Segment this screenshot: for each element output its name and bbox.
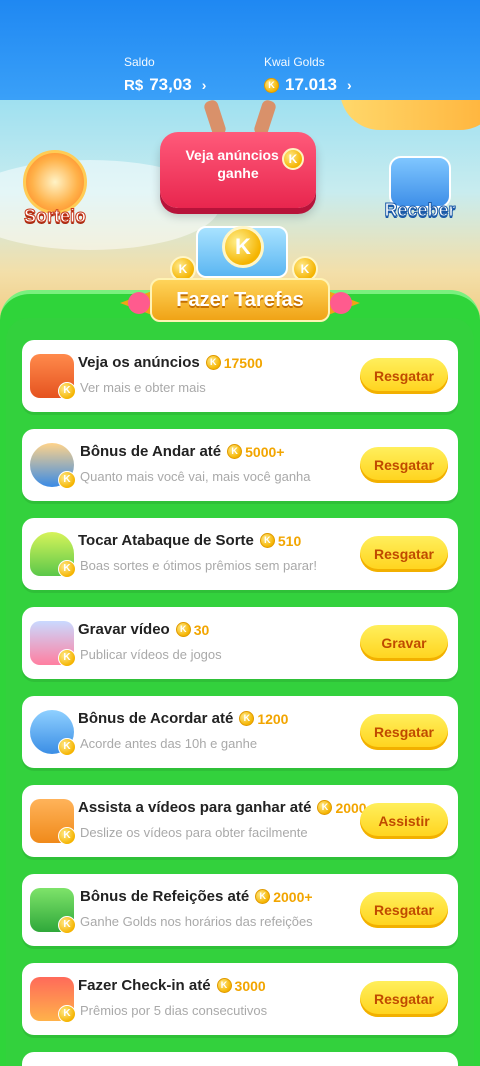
task-subtitle: Boas sortes e ótimos prêmios sem parar! — [80, 558, 317, 573]
task-card-partial — [22, 1052, 458, 1066]
coin-icon: K — [205, 355, 221, 370]
moon-icon: K — [30, 710, 76, 756]
golds-label: Kwai Golds — [264, 55, 325, 69]
receber-label: Receber — [384, 200, 456, 221]
coin-icon: K — [239, 711, 255, 726]
task-card: K Assista a vídeos para ganhar até K 2000 … — [22, 785, 458, 857]
coin-icon: K — [175, 622, 191, 637]
coin-icon: K — [58, 560, 76, 578]
coin-icon: K — [255, 889, 271, 904]
task-subtitle: Deslize os vídeos para obter facilmente — [80, 825, 308, 840]
coin-icon: K — [264, 77, 279, 93]
task-subtitle: Publicar vídeos de jogos — [80, 647, 222, 662]
coin-icon: K — [58, 649, 76, 667]
task-action-button[interactable]: Assistir — [360, 803, 448, 839]
calendar-icon: K — [30, 977, 76, 1023]
task-reward: 17500 — [223, 354, 263, 371]
sun-decoration — [340, 100, 480, 130]
task-card: K Fazer Check-in até K 3000 Prêmios por 5 … — [22, 963, 458, 1035]
section-ribbon: Fazer Tarefas — [120, 278, 360, 322]
coin-icon: K — [58, 1005, 76, 1023]
drum-icon: K — [30, 532, 76, 578]
task-reward: 30 — [193, 621, 210, 638]
task-card: K Veja os anúncios K 17500 Ver mais e obte… — [22, 340, 458, 412]
sorteio-label: Sorteio — [23, 206, 86, 227]
movie-camera-icon: K — [30, 799, 76, 845]
task-subtitle: Quanto mais você vai, mais você ganha — [80, 469, 311, 484]
task-subtitle: Prêmios por 5 dias consecutivos — [80, 1003, 268, 1018]
task-reward: 510 — [277, 532, 302, 549]
bird-icon — [330, 292, 352, 314]
task-action-button[interactable]: Resgatar — [360, 536, 448, 572]
lottery-wheel-icon — [23, 150, 87, 214]
watch-ads-button[interactable]: Veja anúncios e ganhe K — [160, 132, 316, 208]
coin-icon: K — [58, 382, 76, 400]
kwai-golds-balance[interactable]: Kwai Golds K 17.013 › — [264, 55, 352, 95]
task-action-button[interactable]: Resgatar — [360, 981, 448, 1017]
coin-icon: K — [317, 800, 333, 815]
task-card: K Bônus de Acordar até K 1200 Acorde antes… — [22, 696, 458, 768]
task-reward: 5000+ — [245, 443, 285, 460]
meal-icon: K — [30, 888, 76, 934]
saldo-label: Saldo — [124, 55, 155, 69]
task-action-button[interactable]: Resgatar — [360, 892, 448, 928]
coin-icon: K — [58, 916, 76, 934]
coin-icon: K — [58, 471, 76, 489]
task-subtitle: Ganhe Golds nos horários das refeições — [80, 914, 313, 929]
task-action-button[interactable]: Resgatar — [360, 714, 448, 750]
receber-button[interactable]: Receber — [380, 156, 460, 221]
chevron-right-icon: › — [347, 77, 352, 93]
task-card: K Gravar vídeo K 30 Publicar vídeos de jog… — [22, 607, 458, 679]
coin-icon: K — [259, 533, 275, 548]
task-subtitle: Ver mais e obter mais — [80, 380, 206, 395]
task-card: K Bônus de Refeições até K 2000+ Ganhe Gol… — [22, 874, 458, 946]
task-reward: 3000 — [234, 977, 266, 994]
task-card: K Tocar Atabaque de Sorte K 510 Boas sorte… — [22, 518, 458, 590]
coin-icon: K — [216, 978, 232, 993]
sorteio-button[interactable]: Sorteio — [18, 150, 92, 227]
saldo-balance[interactable]: Saldo R$ 73,03 › — [124, 55, 206, 95]
task-reward: 1200 — [257, 710, 289, 727]
section-title: Fazer Tarefas — [150, 278, 330, 322]
walking-boy-icon: K — [30, 443, 76, 489]
task-title: Gravar vídeo — [78, 621, 170, 638]
task-action-button[interactable]: Gravar — [360, 625, 448, 661]
video-camera-icon: K — [30, 621, 76, 667]
task-title: Bônus de Andar até — [80, 443, 222, 460]
saldo-value: 73,03 — [149, 75, 192, 94]
tv-icon: K — [30, 354, 76, 400]
golds-value: 17.013 — [285, 75, 337, 94]
task-title: Assista a vídeos para ganhar até — [78, 799, 312, 816]
task-action-button[interactable]: Resgatar — [360, 358, 448, 394]
coin-icon: K — [58, 738, 76, 756]
task-subtitle: Acorde antes das 10h e ganhe — [80, 736, 258, 751]
task-title: Bônus de Acordar até — [78, 710, 234, 727]
coin-icon: K — [58, 827, 76, 845]
task-title: Fazer Check-in até — [78, 977, 211, 994]
task-title: Veja os anúncios — [78, 354, 200, 371]
bird-icon — [128, 292, 150, 314]
chevron-right-icon: › — [201, 77, 207, 93]
task-card: K Bônus de Andar até K 5000+ Quanto mais v… — [22, 429, 458, 501]
task-reward: 2000+ — [273, 888, 313, 905]
task-title: Bônus de Refeições até — [80, 888, 250, 905]
watch-ads-label: Veja anúncios e ganhe — [185, 147, 291, 181]
top-balance-bar: Saldo R$ 73,03 › Kwai Golds K 17.013 › — [0, 0, 480, 100]
task-action-button[interactable]: Resgatar — [360, 447, 448, 483]
coin-icon: K — [227, 444, 243, 459]
coin-icon: K — [282, 148, 304, 170]
coin-icon: K — [222, 226, 264, 268]
task-title: Tocar Atabaque de Sorte — [78, 532, 254, 549]
currency-symbol: R$ — [124, 76, 144, 94]
